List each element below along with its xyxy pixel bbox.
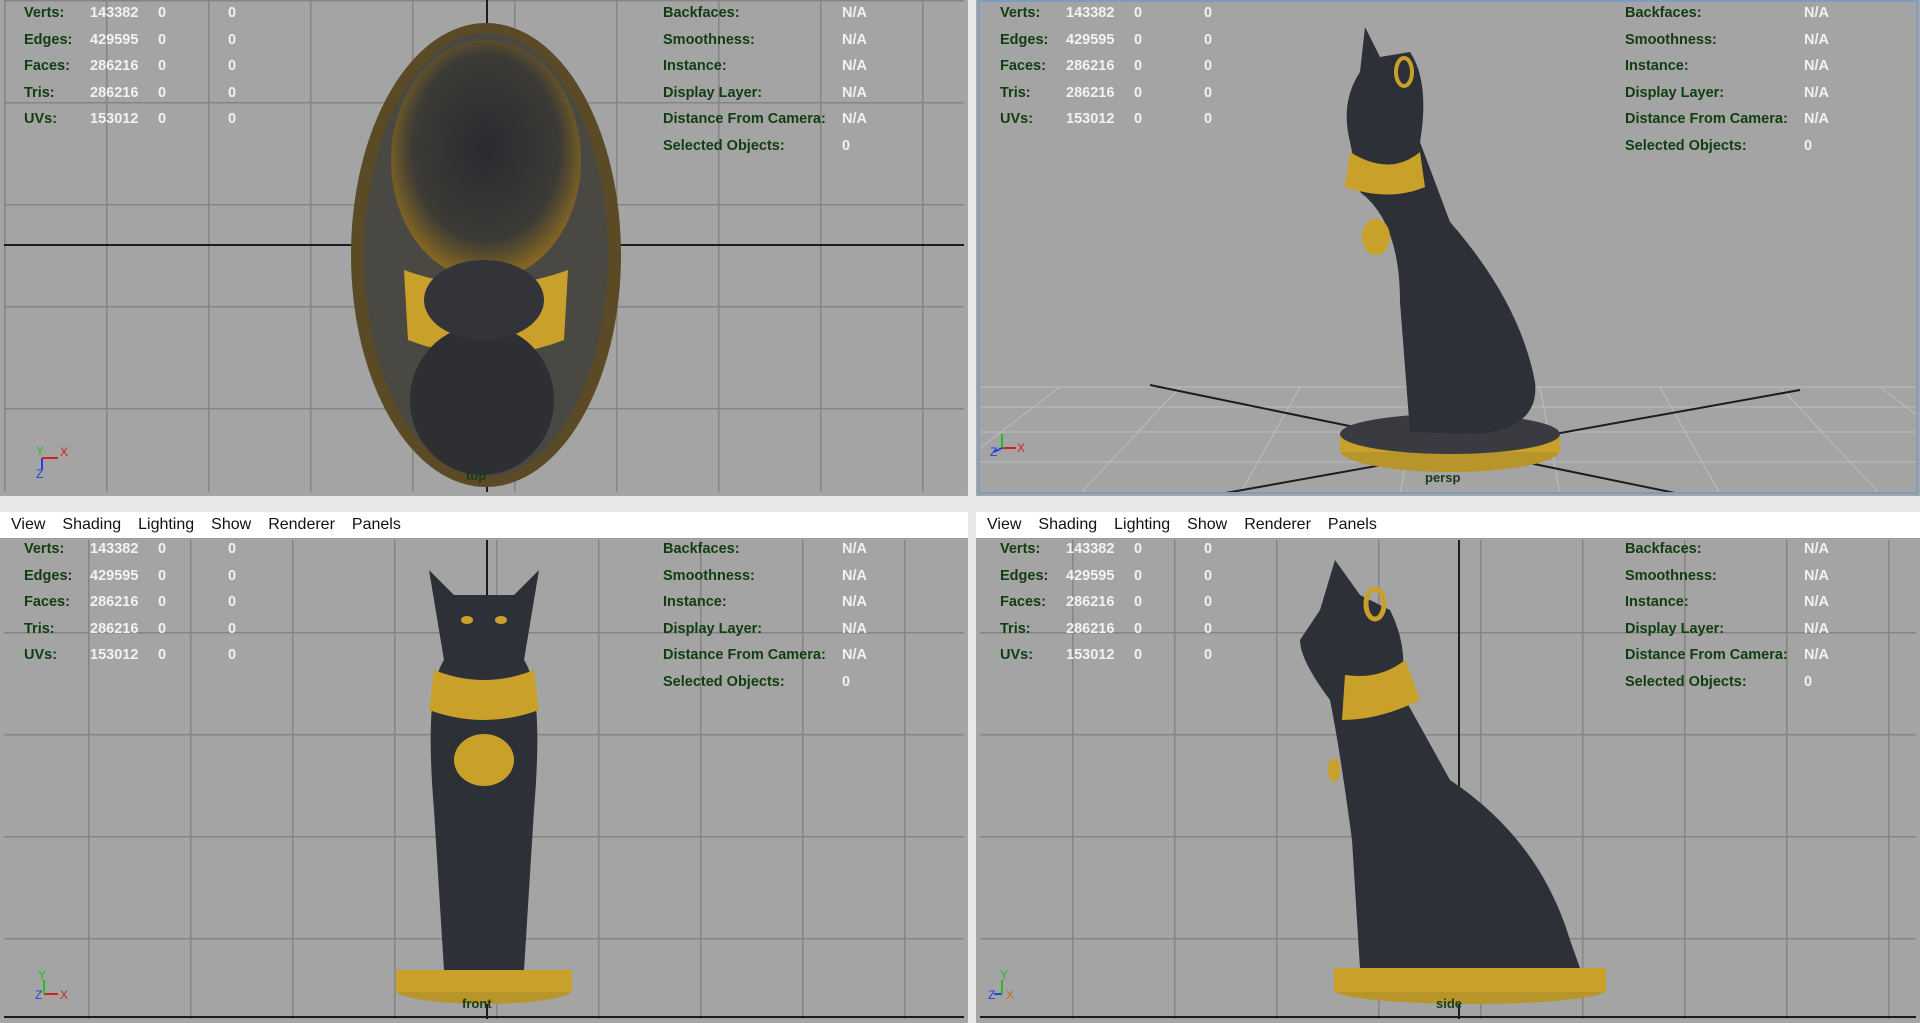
hud-object-details-front: Backfaces: N/A Smoothness: N/A Instance: N/…	[663, 536, 867, 696]
hud-row: Backfaces: N/A	[1625, 541, 1829, 557]
menu-show[interactable]: Show	[1176, 516, 1233, 534]
camera-label-side: side	[1436, 996, 1463, 1011]
panel-menubar-front: View Shading Lighting Show Renderer Pane…	[0, 512, 968, 539]
xyz-axis-icon: X Z	[990, 434, 1025, 459]
menu-lighting[interactable]: Lighting	[127, 516, 200, 534]
hud-row: Faces: 286216 0 0	[24, 58, 237, 75]
hud-row: Display Layer: N/A	[663, 84, 867, 101]
hud-poly-count-persp: Verts: 143382 0 0 Edges: 429595 0 0 Faces: 2862…	[1000, 0, 1212, 133]
panel-menubar-side: View Shading Lighting Show Renderer Pane…	[976, 512, 1920, 539]
svg-text:X: X	[60, 445, 68, 459]
menu-renderer[interactable]: Renderer	[257, 516, 341, 534]
hud-object-details-persp: Backfaces: N/A Smoothness: N/A Instance: N/…	[1625, 0, 1829, 160]
hud-row: Selected Objects: 0	[1625, 673, 1813, 690]
hud-row: Edges: 429595 0 0	[24, 31, 237, 48]
hud-row: Backfaces: N/A	[663, 541, 867, 557]
hud-row: Distance From Camera: N/A	[1625, 111, 1829, 128]
hud-row: Smoothness: N/A	[1625, 567, 1829, 584]
hud-object-details-top: Backfaces: N/A Smoothness: N/A Instance: N/…	[663, 0, 867, 160]
menu-renderer[interactable]: Renderer	[1233, 516, 1317, 534]
hud-row: UVs: 153012 0 0	[24, 111, 237, 128]
hud-row: Edges: 429595 0 0	[24, 567, 237, 584]
hud-row: Backfaces: N/A	[663, 5, 867, 21]
hud-row: Tris: 286216 0 0	[24, 620, 237, 637]
camera-label-top: top	[466, 468, 487, 483]
viewport-panel-side[interactable]: View Shading Lighting Show Renderer Pane…	[976, 512, 1920, 1023]
svg-text:Z: Z	[35, 988, 42, 1002]
hud-row: Distance From Camera: N/A	[1625, 647, 1829, 664]
hud-row: Instance: N/A	[663, 58, 867, 75]
panel-divider-horizontal[interactable]	[0, 496, 1920, 512]
hud-row: Verts: 143382 0 0	[24, 5, 237, 21]
hud-row: Edges: 429595 0 0	[1000, 31, 1213, 48]
hud-row: Selected Objects: 0	[663, 137, 851, 154]
hud-row: Distance From Camera: N/A	[663, 647, 867, 664]
camera-label-persp: persp	[1425, 470, 1461, 485]
hud-row: Tris: 286216 0 0	[1000, 84, 1213, 101]
menu-shading[interactable]: Shading	[1027, 516, 1103, 534]
hud-row: Display Layer: N/A	[663, 620, 867, 637]
svg-text:Z: Z	[36, 467, 43, 481]
hud-row: Smoothness: N/A	[663, 567, 867, 584]
hud-row: Verts: 143382 0 0	[1000, 5, 1213, 21]
hud-row: Selected Objects: 0	[1625, 137, 1813, 154]
xyz-axis-icon: Y X Z	[35, 970, 68, 1002]
hud-object-details-side: Backfaces: N/A Smoothness: N/A Instance: N/…	[1625, 536, 1829, 696]
hud-row: Distance From Camera: N/A	[663, 111, 867, 128]
svg-text:X: X	[60, 988, 68, 1002]
hud-row: Verts: 143382 0 0	[1000, 541, 1213, 557]
hud-row: Backfaces: N/A	[1625, 5, 1829, 21]
xyz-axis-icon: X Y Z	[36, 444, 68, 481]
hud-poly-count-front: Verts: 143382 0 0 Edges: 429595 0 0 Faces: 2862…	[24, 536, 236, 669]
hud-poly-count-side: Verts: 143382 0 0 Edges: 429595 0 0 Faces: 2862…	[1000, 536, 1212, 669]
hud-row: Display Layer: N/A	[1625, 620, 1829, 637]
svg-text:Y: Y	[38, 970, 46, 982]
hud-row: Faces: 286216 0 0	[24, 594, 237, 611]
svg-text:Z: Z	[990, 445, 997, 459]
hud-row: Instance: N/A	[1625, 594, 1829, 611]
svg-text:X: X	[1017, 441, 1025, 455]
menu-lighting[interactable]: Lighting	[1103, 516, 1176, 534]
xyz-axis-icon: Y Z X	[988, 970, 1014, 1002]
hud-row: UVs: 153012 0 0	[24, 647, 237, 664]
hud-row: Smoothness: N/A	[1625, 31, 1829, 48]
viewport-panel-top[interactable]: top X Y Z Verts: 143382 0 0 Edges: 429595 0 0 …	[0, 0, 968, 496]
menu-panels[interactable]: Panels	[1317, 516, 1383, 534]
hud-row: Tris: 286216 0 0	[1000, 620, 1213, 637]
hud-row: Instance: N/A	[663, 594, 867, 611]
menu-shading[interactable]: Shading	[51, 516, 127, 534]
hud-row: UVs: 153012 0 0	[1000, 647, 1213, 664]
hud-row: Edges: 429595 0 0	[1000, 567, 1213, 584]
hud-poly-count-top: Verts: 143382 0 0 Edges: 429595 0 0 Faces: 2862…	[24, 0, 236, 133]
hud-row: Verts: 143382 0 0	[24, 541, 237, 557]
menu-panels[interactable]: Panels	[341, 516, 407, 534]
menu-view[interactable]: View	[976, 516, 1027, 534]
hud-row: Tris: 286216 0 0	[24, 84, 237, 101]
svg-text:Y: Y	[36, 444, 44, 458]
svg-text:X: X	[1006, 988, 1014, 1002]
menu-view[interactable]: View	[0, 516, 51, 534]
menu-show[interactable]: Show	[200, 516, 257, 534]
hud-row: Selected Objects: 0	[663, 673, 851, 690]
hud-row: Faces: 286216 0 0	[1000, 594, 1213, 611]
hud-row: Smoothness: N/A	[663, 31, 867, 48]
svg-text:Z: Z	[988, 988, 995, 1002]
hud-row: UVs: 153012 0 0	[1000, 111, 1213, 128]
viewport-panel-persp[interactable]: persp X Z Verts: 143382 0 0 Edges: 429595 0 0 …	[976, 0, 1920, 496]
hud-row: Display Layer: N/A	[1625, 84, 1829, 101]
svg-text:Y: Y	[1000, 970, 1008, 982]
camera-label-front: front	[462, 996, 492, 1011]
viewport-panel-front[interactable]: View Shading Lighting Show Renderer Pane…	[0, 512, 968, 1023]
hud-row: Faces: 286216 0 0	[1000, 58, 1213, 75]
hud-row: Instance: N/A	[1625, 58, 1829, 75]
